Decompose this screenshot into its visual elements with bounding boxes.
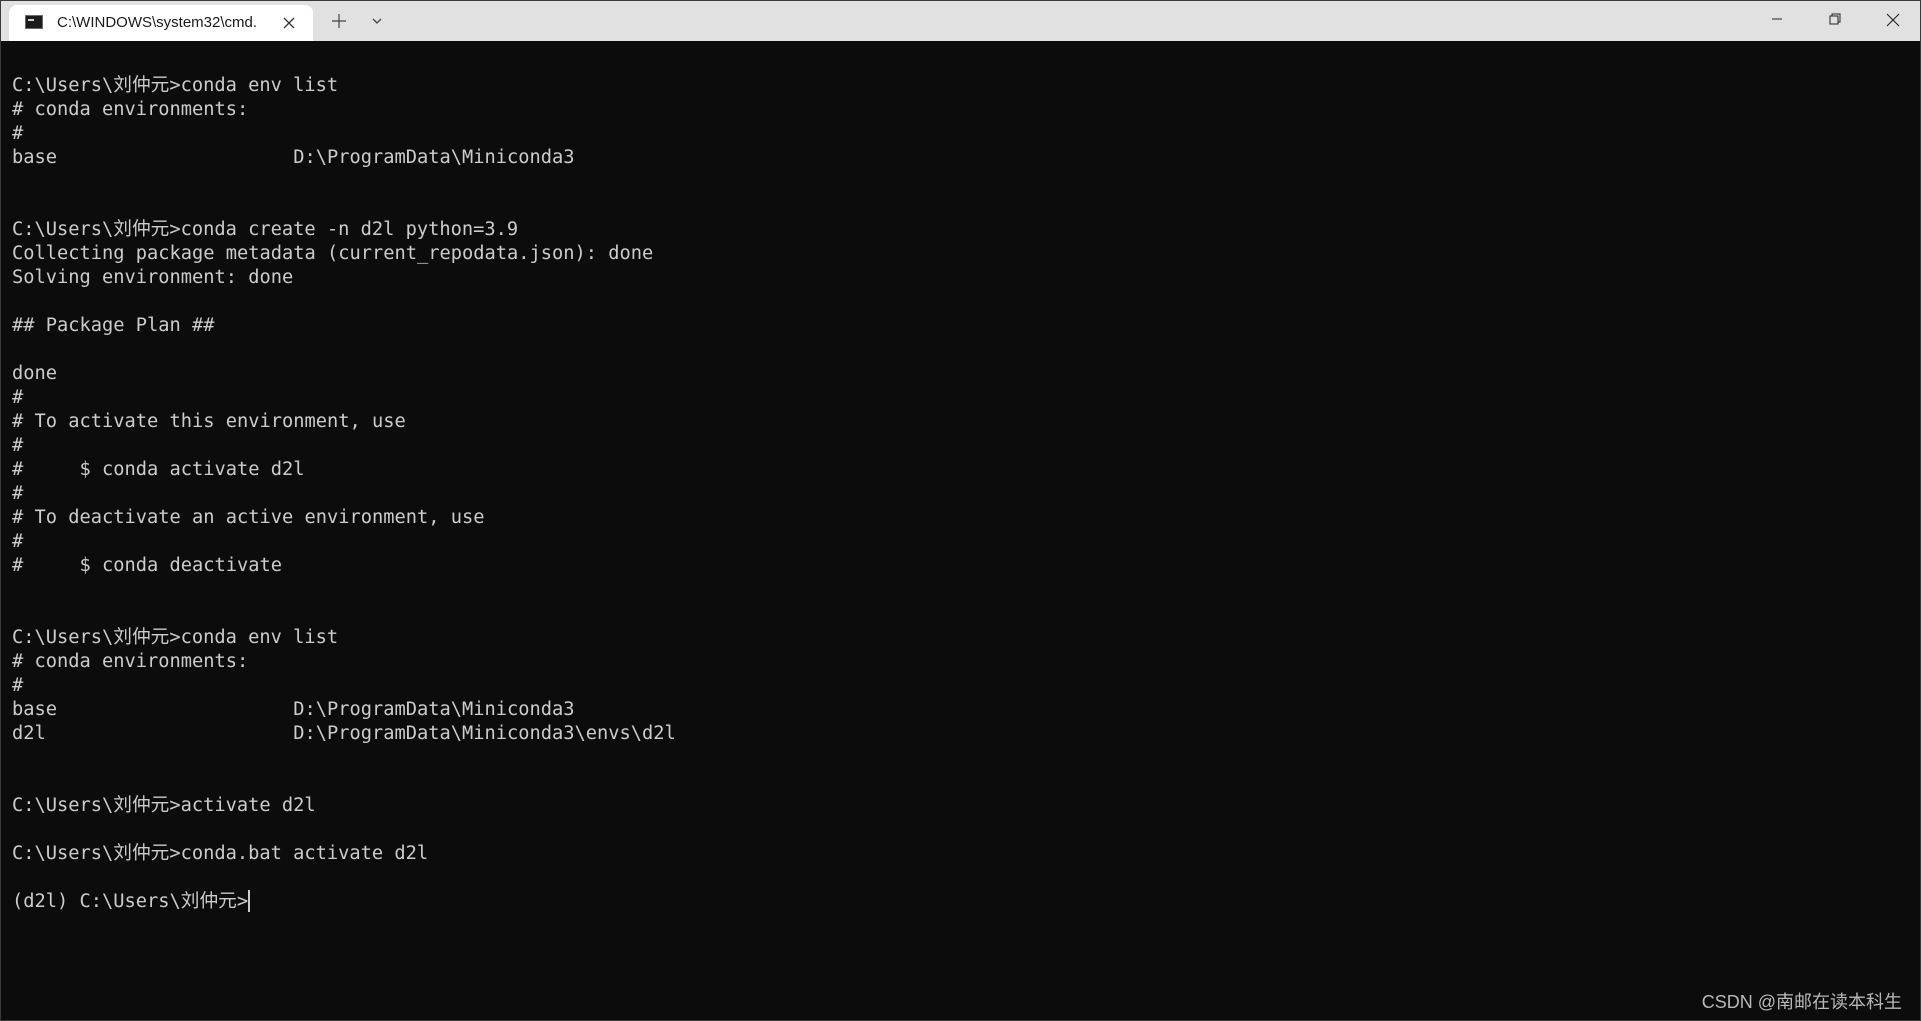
minimize-button[interactable]	[1749, 1, 1805, 39]
terminal-line: C:\Users\刘仲元>conda.bat activate d2l	[12, 843, 429, 864]
tab-close-button[interactable]	[277, 11, 301, 35]
terminal-icon	[25, 15, 43, 29]
terminal-line: base D:\ProgramData\Miniconda3	[12, 699, 575, 720]
tab-dropdown-button[interactable]	[363, 9, 391, 33]
terminal-line: # $ conda activate d2l	[12, 459, 305, 480]
terminal-line: # conda environments:	[12, 651, 249, 672]
terminal-line: base D:\ProgramData\Miniconda3	[12, 147, 575, 168]
restore-icon	[1829, 13, 1841, 25]
terminal-line: Collecting package metadata (current_rep…	[12, 243, 654, 264]
restore-button[interactable]	[1807, 1, 1863, 39]
terminal-line: # conda environments:	[12, 99, 249, 120]
terminal-line: #	[12, 483, 24, 504]
title-bar[interactable]: C:\WINDOWS\system32\cmd.	[1, 1, 1920, 41]
tab-title: C:\WINDOWS\system32\cmd.	[57, 14, 258, 31]
tab-cmd[interactable]: C:\WINDOWS\system32\cmd.	[9, 5, 313, 41]
terminal-line: (d2l) C:\Users\刘仲元>	[12, 890, 251, 912]
terminal-output[interactable]: C:\Users\刘仲元>conda env list # conda envir…	[12, 74, 1920, 914]
terminal-line: #	[12, 675, 24, 696]
terminal-line: # $ conda deactivate	[12, 555, 283, 576]
terminal-window: C:\WINDOWS\system32\cmd. C:\Users\刘仲元>co…	[0, 0, 1921, 1021]
terminal-line: #	[12, 387, 24, 408]
terminal-line: C:\Users\刘仲元>activate d2l	[12, 795, 316, 816]
watermark: CSDN @南邮在读本科生	[1701, 992, 1902, 1012]
minimize-icon	[1772, 18, 1782, 20]
close-icon	[1886, 13, 1900, 27]
terminal-line: ## Package Plan ##	[12, 315, 215, 336]
terminal-line: #	[12, 531, 24, 552]
terminal-line: # To deactivate an active environment, u…	[12, 507, 485, 528]
new-tab-button[interactable]	[325, 9, 353, 33]
terminal-line: Solving environment: done	[12, 267, 294, 288]
terminal-line: d2l D:\ProgramData\Miniconda3\envs\d2l	[12, 723, 676, 744]
plus-icon	[332, 14, 346, 28]
close-icon	[283, 17, 295, 29]
terminal-line: # To activate this environment, use	[12, 411, 406, 432]
terminal-line: C:\Users\刘仲元>conda env list	[12, 75, 339, 96]
terminal-line: C:\Users\刘仲元>conda env list	[12, 627, 339, 648]
chevron-down-icon	[372, 18, 382, 24]
terminal-line: #	[12, 123, 24, 144]
close-window-button[interactable]	[1865, 1, 1920, 39]
terminal-line: done	[12, 363, 58, 384]
terminal-line: C:\Users\刘仲元>conda create -n d2l python=…	[12, 219, 519, 240]
text-cursor	[248, 890, 251, 912]
terminal-line: #	[12, 435, 24, 456]
